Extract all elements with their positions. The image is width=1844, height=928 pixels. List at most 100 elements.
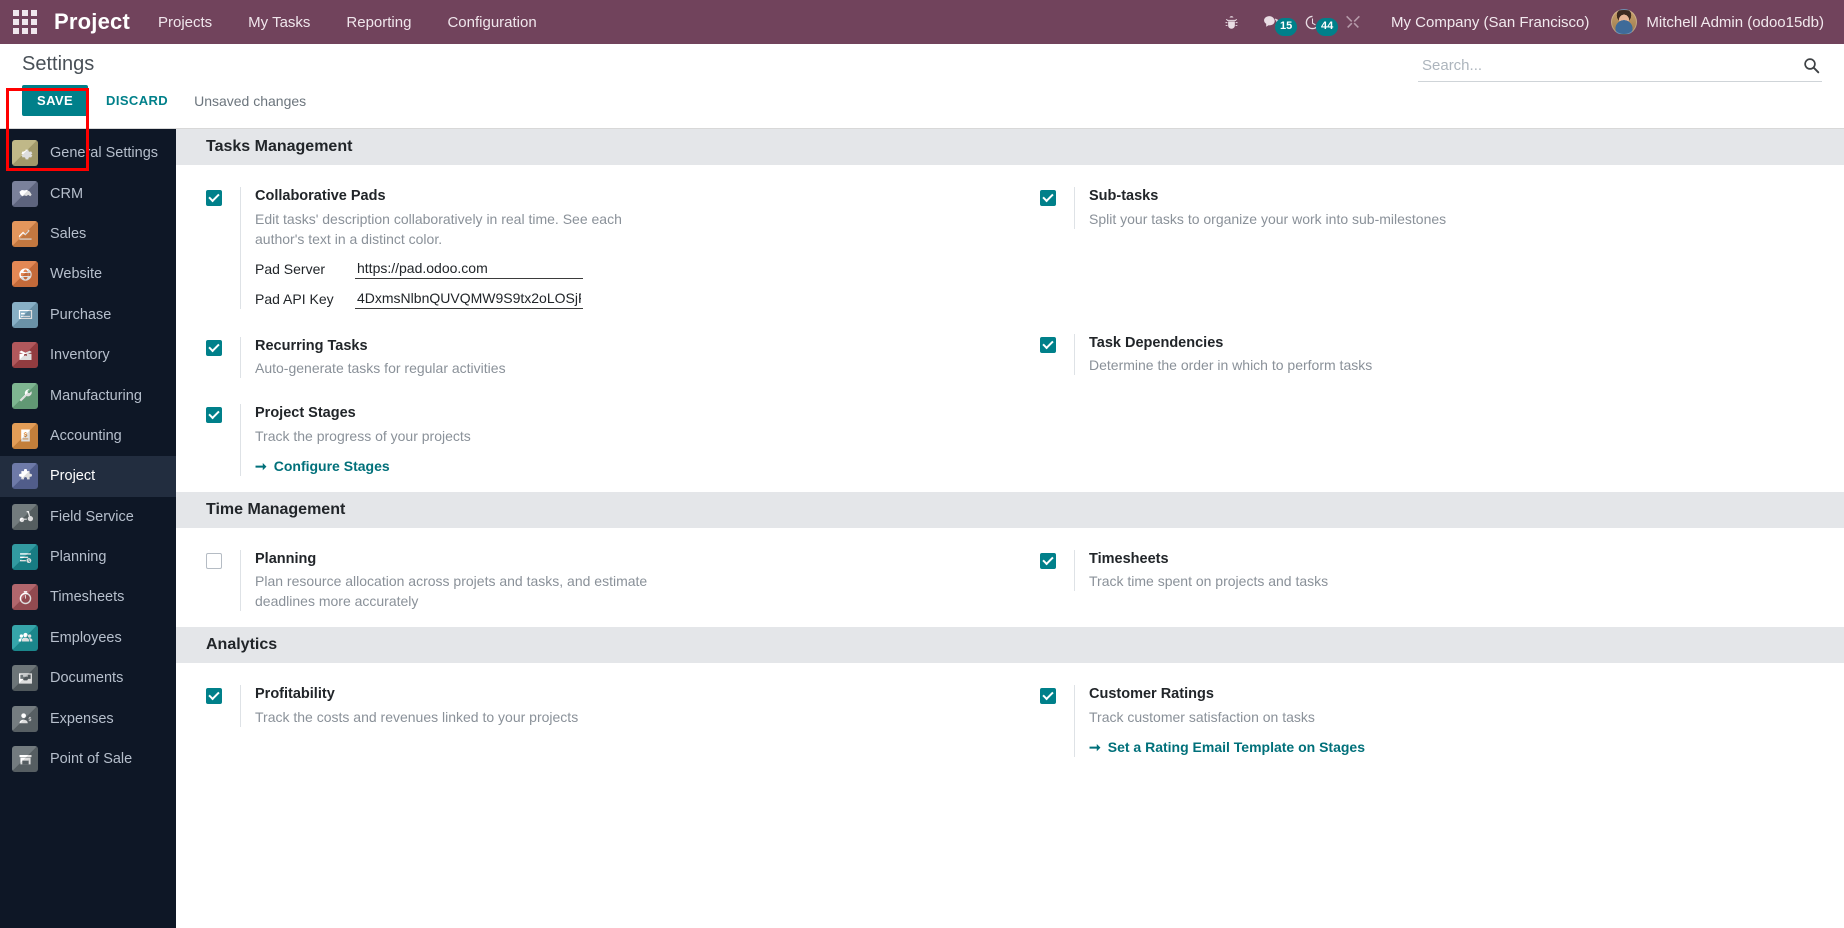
- setting-project-stages: Project Stages Track the progress of you…: [206, 404, 980, 476]
- setting-label: Task Dependencies: [1089, 334, 1224, 351]
- setting-text: Task Dependencies Determine the order in…: [1074, 333, 1814, 376]
- sidebar-item-expenses[interactable]: Expenses: [0, 698, 176, 738]
- sidebar-item-purchase[interactable]: Purchase: [0, 295, 176, 335]
- checkbox-task-dependencies[interactable]: [1040, 336, 1056, 353]
- pad-api-key-input[interactable]: [355, 288, 583, 309]
- sidebar-item-label: Employees: [50, 629, 122, 646]
- sidebar-item-point-of-sale[interactable]: Point of Sale: [0, 739, 176, 779]
- app-brand-title[interactable]: Project: [50, 9, 140, 35]
- messages-icon[interactable]: 15: [1251, 14, 1298, 36]
- sidebar-item-label: Accounting: [50, 427, 122, 444]
- sidebar-item-sales[interactable]: Sales: [0, 214, 176, 254]
- sidebar-item-employees[interactable]: Employees: [0, 618, 176, 658]
- sidebar-item-label: Timesheets: [50, 589, 125, 606]
- checkbox-customer-ratings[interactable]: [1040, 688, 1056, 705]
- bug-icon[interactable]: [1212, 15, 1251, 30]
- nav-item-projects[interactable]: Projects: [140, 0, 230, 44]
- gear-icon: [12, 140, 38, 167]
- settings-block-tasks-management: Tasks Management Collaborative Pads Edit…: [176, 129, 1844, 492]
- setting-text: Collaborative Pads Edit tasks' descripti…: [240, 187, 980, 309]
- pad-server-input[interactable]: [355, 258, 583, 279]
- setting-task-dependencies: Task Dependencies Determine the order in…: [1040, 333, 1814, 376]
- setting-text: Customer Ratings Track customer satisfac…: [1074, 685, 1814, 757]
- sidebar-item-manufacturing[interactable]: Manufacturing: [0, 375, 176, 415]
- checkbox-timesheets[interactable]: [1040, 552, 1056, 569]
- settings-sidebar: General Settings CRM Sales Website Purch: [0, 129, 176, 928]
- block-body: Collaborative Pads Edit tasks' descripti…: [176, 165, 1844, 492]
- apps-grid-icon[interactable]: [8, 5, 42, 39]
- search-box[interactable]: [1418, 52, 1822, 82]
- tray-icon: [12, 665, 38, 692]
- setting-label: Collaborative Pads: [255, 188, 386, 204]
- setting-description: Edit tasks' description collaboratively …: [255, 210, 622, 247]
- unsaved-changes-label: Unsaved changes: [194, 92, 307, 109]
- field-label: Pad Server: [255, 260, 326, 277]
- sidebar-item-label: Project: [50, 468, 96, 485]
- set-rating-email-template-link[interactable]: ➞ Set a Rating Email Template on Stages: [1089, 739, 1365, 756]
- setting-customer-ratings: Customer Ratings Track customer satisfac…: [1040, 685, 1814, 757]
- settings-block-analytics: Analytics Profitability Track the costs …: [176, 627, 1844, 773]
- setting-label: Recurring Tasks: [255, 337, 368, 354]
- settings-column-left: Collaborative Pads Edit tasks' descripti…: [176, 187, 1010, 476]
- setting-description: Plan resource allocation across projets …: [255, 573, 648, 610]
- checkbox-project-stages[interactable]: [206, 407, 222, 424]
- setting-description: Auto-generate tasks for regular activiti…: [255, 360, 506, 377]
- checkbox-planning[interactable]: [206, 552, 222, 569]
- sidebar-item-project[interactable]: Project: [0, 456, 176, 497]
- sidebar-item-documents[interactable]: Documents: [0, 658, 176, 698]
- sidebar-item-accounting[interactable]: Accounting: [0, 416, 176, 456]
- nav-item-configuration[interactable]: Configuration: [429, 0, 554, 44]
- sidebar-item-planning[interactable]: Planning: [0, 537, 176, 577]
- sidebar-item-label: General Settings: [50, 145, 159, 162]
- setting-label: Profitability: [255, 686, 335, 703]
- block-body: Profitability Track the costs and revenu…: [176, 663, 1844, 773]
- settings-column-right: Timesheets Track time spent on projects …: [1010, 549, 1844, 612]
- sidebar-item-label: Sales: [50, 225, 87, 242]
- checkbox-profitability[interactable]: [206, 688, 222, 705]
- checkbox-sub-tasks[interactable]: [1040, 190, 1056, 206]
- block-title: Analytics: [176, 627, 1844, 664]
- search-input[interactable]: [1420, 56, 1803, 75]
- activities-clock-icon[interactable]: 44: [1292, 14, 1339, 36]
- nav-item-my-tasks[interactable]: My Tasks: [230, 0, 328, 44]
- setting-label: Planning: [255, 550, 317, 567]
- configure-stages-link[interactable]: ➞ Configure Stages: [255, 458, 390, 475]
- people-icon: [12, 624, 38, 651]
- search-icon[interactable]: [1803, 57, 1820, 74]
- setting-text: Planning Plan resource allocation across…: [240, 549, 980, 612]
- nav-item-reporting[interactable]: Reporting: [328, 0, 429, 44]
- sidebar-item-label: Documents: [50, 670, 124, 687]
- developer-tools-icon[interactable]: [1333, 14, 1373, 30]
- setting-text: Sub-tasks Split your tasks to organize y…: [1074, 187, 1814, 229]
- arrow-right-icon: ➞: [255, 457, 267, 474]
- save-button[interactable]: SAVE: [22, 85, 89, 116]
- setting-label: Timesheets: [1089, 550, 1169, 567]
- setting-planning: Planning Plan resource allocation across…: [206, 549, 980, 612]
- top-navbar: Project Projects My Tasks Reporting Conf…: [0, 0, 1844, 44]
- discard-button[interactable]: DISCARD: [92, 85, 182, 116]
- wrench-icon: [12, 382, 38, 409]
- checkbox-collaborative-pads[interactable]: [206, 190, 222, 206]
- sidebar-item-label: Planning: [50, 549, 107, 566]
- page-title: Settings: [22, 53, 95, 75]
- sidebar-item-label: Purchase: [50, 306, 112, 323]
- setting-text: Timesheets Track time spent on projects …: [1074, 549, 1814, 592]
- settings-column-right: Customer Ratings Track customer satisfac…: [1010, 685, 1844, 757]
- sidebar-item-crm[interactable]: CRM: [0, 173, 176, 213]
- sidebar-item-timesheets[interactable]: Timesheets: [0, 577, 176, 617]
- company-switcher[interactable]: My Company (San Francisco): [1373, 14, 1603, 31]
- checkbox-recurring-tasks[interactable]: [206, 339, 222, 356]
- sidebar-item-label: Point of Sale: [50, 751, 133, 768]
- field-pad-api-key: Pad API Key: [255, 288, 980, 309]
- setting-description: Determine the order in which to perform …: [1089, 357, 1373, 374]
- arrow-right-icon: ➞: [1089, 738, 1101, 755]
- setting-profitability: Profitability Track the costs and revenu…: [206, 685, 980, 727]
- sidebar-item-inventory[interactable]: Inventory: [0, 335, 176, 375]
- globe-icon: [12, 261, 38, 288]
- user-menu[interactable]: Mitchell Admin (odoo15db): [1603, 9, 1830, 35]
- sidebar-item-general-settings[interactable]: General Settings: [0, 133, 176, 173]
- sidebar-item-website[interactable]: Website: [0, 254, 176, 294]
- sidebar-item-field-service[interactable]: Field Service: [0, 497, 176, 537]
- setting-collaborative-pads: Collaborative Pads Edit tasks' descripti…: [206, 187, 980, 309]
- chart-up-icon: [12, 220, 38, 247]
